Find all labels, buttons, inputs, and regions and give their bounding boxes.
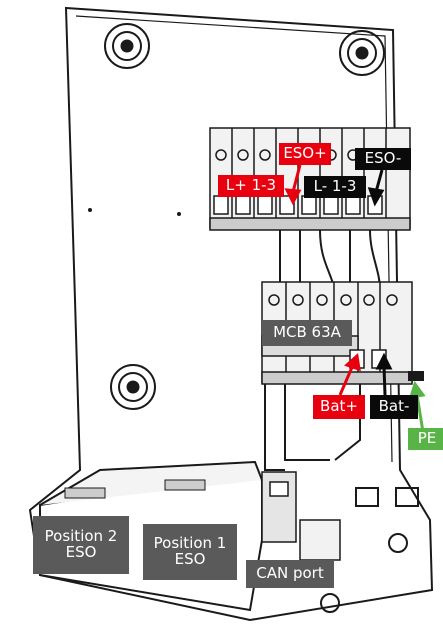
label-bat-minus: Bat-: [370, 395, 418, 419]
screw-dot-center: [177, 212, 181, 216]
label-pe: PE: [408, 428, 443, 450]
pe-terminal: [408, 371, 424, 381]
label-position-1-line2: ESO: [174, 550, 206, 568]
label-position-2: Position 2 ESO: [33, 516, 129, 574]
screw-dot-left: [88, 208, 92, 212]
label-can-port: CAN port: [246, 560, 334, 588]
label-bat-plus: Bat+: [313, 395, 365, 419]
label-eso-minus: ESO-: [355, 148, 411, 170]
label-mcb: MCB 63A: [262, 320, 352, 346]
label-l-plus: L+ 1-3: [218, 175, 284, 197]
label-position-2-line2: ESO: [65, 543, 97, 561]
label-position-1: Position 1 ESO: [143, 524, 237, 580]
label-l-minus: L- 1-3: [304, 176, 366, 198]
label-eso-plus: ESO+: [279, 143, 331, 165]
